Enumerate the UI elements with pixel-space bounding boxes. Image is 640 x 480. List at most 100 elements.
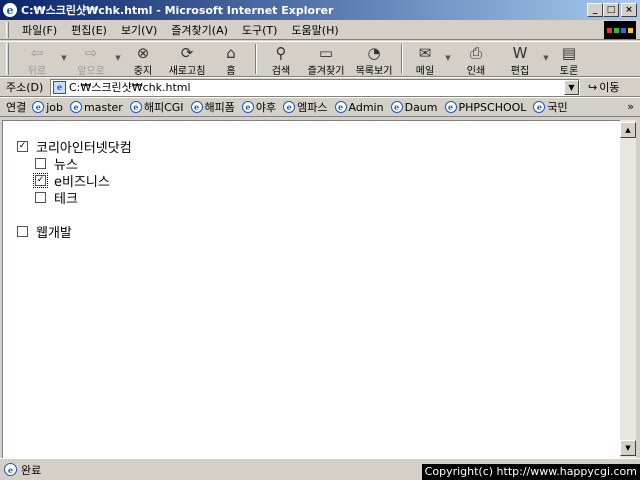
link-label: PHPSCHOOL <box>458 100 527 114</box>
menubar-grip[interactable] <box>6 21 9 38</box>
title-bar: e C:₩스크린샷₩chk.html - Microsoft Internet … <box>0 0 640 20</box>
edit-dropdown-icon[interactable]: ▼ <box>541 54 551 62</box>
address-label: 주소(D) <box>6 81 44 94</box>
history-button[interactable]: ◔ 목록보기 <box>351 42 397 77</box>
link-empas[interactable]: e 엠파스 <box>283 99 328 115</box>
links-more-chevron-icon[interactable]: » <box>627 100 634 113</box>
stop-button[interactable]: ⊗ 중지 <box>123 42 163 77</box>
standard-toolbar: ⇦ 뒤로 ▼ ⇨ 앞으로 ▼ ⊗ 중지 ⟳ 새로고침 ⌂ 홈 ⚲ 검색 ▭ 즐겨… <box>0 41 640 77</box>
forward-arrow-icon: ⇨ <box>84 44 98 62</box>
toolbar-separator <box>255 44 257 74</box>
link-label: master <box>84 100 123 114</box>
mail-label: 메일 <box>415 66 435 77</box>
windows-logo-icon <box>604 21 636 39</box>
link-page-icon: e <box>334 101 347 113</box>
menu-edit[interactable]: 편집(E) <box>64 22 114 38</box>
scroll-up-arrow-icon[interactable]: ▲ <box>620 122 636 138</box>
menu-file[interactable]: 파일(F) <box>15 22 64 38</box>
link-label: Daum <box>404 100 438 114</box>
close-button[interactable]: × <box>621 3 637 17</box>
stop-icon: ⊗ <box>136 44 150 62</box>
links-label: 연결 <box>6 101 27 114</box>
link-page-icon: e <box>32 101 45 113</box>
address-dropdown-icon[interactable]: ▼ <box>564 79 579 95</box>
mail-icon: ✉ <box>418 44 432 62</box>
label-tech: 테크 <box>54 192 78 207</box>
go-button[interactable]: ↪ 이동 <box>588 79 619 95</box>
menu-favorites[interactable]: 즐겨찾기(A) <box>164 22 235 38</box>
link-page-icon: e <box>444 101 457 113</box>
home-button[interactable]: ⌂ 홈 <box>211 42 251 77</box>
refresh-button[interactable]: ⟳ 새로고침 <box>163 42 211 77</box>
menu-bar: 파일(F) 편집(E) 보기(V) 즐겨찾기(A) 도구(T) 도움말(H) <box>0 20 640 40</box>
discuss-icon: ▤ <box>561 44 577 62</box>
link-page-icon: e <box>241 101 254 113</box>
link-happycgi[interactable]: e 해피CGI <box>129 99 184 115</box>
tree-child-tech: 테크 <box>35 188 78 207</box>
scroll-down-arrow-icon[interactable]: ▼ <box>620 440 636 456</box>
window-controls: _ □ × <box>587 3 637 17</box>
page-icon: e <box>53 80 66 94</box>
stop-label: 중지 <box>133 66 153 77</box>
link-admin[interactable]: e Admin <box>334 100 384 114</box>
link-happyform[interactable]: e 해피폼 <box>190 99 235 115</box>
link-label: job <box>46 100 64 114</box>
link-kookmin[interactable]: e 국민 <box>533 99 568 115</box>
back-button[interactable]: ⇦ 뒤로 <box>15 42 59 77</box>
address-input[interactable]: e C:₩스크린샷₩chk.html ▼ <box>50 78 580 96</box>
link-job[interactable]: e job <box>32 101 63 114</box>
toolbar-separator <box>401 44 403 74</box>
checkbox-ebusiness[interactable]: ✓ <box>33 173 48 188</box>
link-phpschool[interactable]: e PHPSCHOOL <box>444 100 527 114</box>
address-bar: 주소(D) e C:₩스크린샷₩chk.html ▼ ↪ 이동 <box>0 77 640 97</box>
home-icon: ⌂ <box>226 44 236 62</box>
link-page-icon: e <box>390 101 403 113</box>
toolbar-grip[interactable] <box>6 43 9 75</box>
menu-tools[interactable]: 도구(T) <box>235 22 285 38</box>
link-label: 엠파스 <box>297 101 328 114</box>
maximize-button[interactable]: □ <box>603 3 619 17</box>
back-arrow-icon: ⇦ <box>30 44 44 62</box>
print-button[interactable]: ⎙ 인쇄 <box>453 42 499 77</box>
link-label: 해피폼 <box>204 101 235 114</box>
history-label: 목록보기 <box>355 66 393 77</box>
minimize-button[interactable]: _ <box>587 3 603 17</box>
link-master[interactable]: e master <box>70 101 123 114</box>
edit-button[interactable]: W 편집 <box>499 42 541 77</box>
checkbox-korea-internet[interactable]: ✓ <box>17 141 28 152</box>
favorites-button[interactable]: ▭ 즐겨찾기 <box>301 42 351 77</box>
favorites-label: 즐겨찾기 <box>307 66 345 77</box>
forward-dropdown-icon[interactable]: ▼ <box>113 54 123 62</box>
mail-button[interactable]: ✉ 메일 <box>407 42 443 77</box>
link-page-icon: e <box>190 101 203 113</box>
back-dropdown-icon[interactable]: ▼ <box>59 54 69 62</box>
link-daum[interactable]: e Daum <box>390 100 438 114</box>
discuss-label: 토론 <box>559 66 579 77</box>
forward-button[interactable]: ⇨ 앞으로 <box>69 42 113 77</box>
search-label: 검색 <box>271 66 291 77</box>
mail-dropdown-icon[interactable]: ▼ <box>443 54 453 62</box>
link-label: Admin <box>348 100 384 114</box>
go-arrow-icon: ↪ <box>588 80 598 94</box>
link-label: 야후 <box>255 101 277 114</box>
link-page-icon: e <box>283 101 296 113</box>
history-icon: ◔ <box>367 44 381 62</box>
status-page-icon: e <box>4 463 17 476</box>
checkbox-news[interactable] <box>35 158 46 169</box>
checkbox-tech[interactable] <box>35 192 46 203</box>
status-text: 완료 <box>21 463 42 477</box>
window-title: C:₩스크린샷₩chk.html - Microsoft Internet Ex… <box>21 4 334 17</box>
ie-icon: e <box>3 3 17 17</box>
link-yahoo[interactable]: e 야후 <box>241 99 277 115</box>
checkbox-web-dev[interactable] <box>17 226 28 237</box>
vertical-scrollbar[interactable]: ▲ ▼ <box>620 120 636 458</box>
link-page-icon: e <box>533 101 546 113</box>
forward-label: 앞으로 <box>77 66 105 77</box>
address-url[interactable]: C:₩스크린샷₩chk.html <box>69 79 191 95</box>
menu-help[interactable]: 도움말(H) <box>284 22 345 38</box>
menu-view[interactable]: 보기(V) <box>114 22 164 38</box>
search-button[interactable]: ⚲ 검색 <box>261 42 301 77</box>
discuss-button[interactable]: ▤ 토론 <box>551 42 587 77</box>
link-label: 국민 <box>547 101 568 114</box>
label-web-dev: 웹개발 <box>36 226 72 241</box>
